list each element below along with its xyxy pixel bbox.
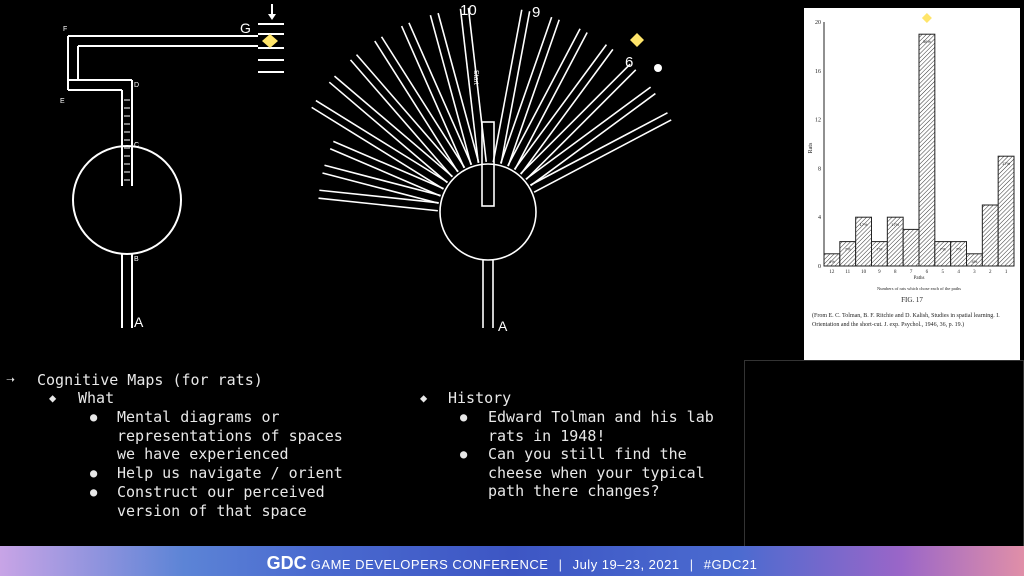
- x-tick-label: 8: [894, 270, 897, 275]
- figure-citation: (From E. C. Tolman, B. F. Ritchie and D.…: [812, 313, 1000, 328]
- bar-data-label: 4%: [972, 259, 978, 264]
- bar-chart: 201612840Rats4%127%1117%107%917%8 736%67%…: [808, 13, 1015, 291]
- bar-2: [981, 204, 999, 267]
- x-tick-label: 9: [878, 270, 881, 275]
- radial-path: [525, 69, 637, 181]
- x-tick-label: 4: [957, 270, 960, 275]
- diamond-bullet-what: ◆: [49, 391, 57, 405]
- radial-path: [459, 8, 480, 163]
- x-axis-label: Paths: [914, 276, 925, 281]
- x-tick-label: 12: [829, 270, 835, 275]
- bar-data-label: 17%: [891, 222, 899, 227]
- label-path-6: 6: [625, 54, 634, 71]
- x-tick-label: 11: [845, 270, 850, 275]
- y-tick-label: 8: [818, 166, 821, 172]
- bar-7: [902, 228, 920, 267]
- webcam-panel: [744, 360, 1024, 547]
- sunburst-circle: [439, 163, 537, 261]
- bar-1: [997, 155, 1015, 267]
- x-tick-label: 3: [973, 270, 976, 275]
- bar-11: [839, 241, 857, 267]
- bar-data-label: 7%: [940, 247, 946, 252]
- label-start: Start: [472, 70, 479, 85]
- x-tick-label: 5: [942, 270, 945, 275]
- radial-path: [507, 28, 581, 167]
- gdc-logo: GDC: [266, 553, 307, 573]
- radial-path: [333, 75, 454, 178]
- history-item-2: Can you still find the cheese when your …: [488, 445, 705, 500]
- radial-path: [437, 12, 480, 163]
- radial-path: [355, 54, 459, 173]
- label-start-a-center: A: [498, 318, 508, 334]
- radial-path: [529, 112, 668, 186]
- bar-6: [918, 33, 936, 267]
- y-tick-label: 0: [818, 264, 821, 270]
- radial-path: [328, 81, 448, 184]
- y-tick-label: 16: [815, 69, 821, 75]
- radial-path: [311, 106, 444, 190]
- bar-data-label: 7%: [956, 247, 962, 252]
- diamond-bullet-history: ◆: [420, 391, 428, 405]
- tolman-figure: 20 16 12 8 4 0 Rats 4% 12 7% 11 17% 10 7% 9 17% 8 7 36% 6 7%…: [748, 0, 1024, 360]
- x-tick-label: 6: [926, 270, 929, 275]
- bar-5: [934, 241, 952, 267]
- radial-path: [429, 15, 472, 166]
- heading-arrow: ➝: [6, 371, 16, 389]
- radial-path: [514, 32, 588, 171]
- figure-paper: 20 16 12 8 4 0 Rats 4% 12 7% 11 17% 10 7% 9 17% 8 7 36% 6 7%…: [804, 8, 1020, 360]
- heading-cognitive-maps: Cognitive Maps (for rats): [37, 371, 263, 389]
- subheading-what: What: [78, 389, 115, 407]
- radial-path: [349, 59, 453, 178]
- bar-4: [950, 241, 968, 267]
- dot-bullet: ●: [460, 447, 468, 461]
- y-tick-label: 4: [818, 215, 821, 221]
- label-path-10: 10: [460, 2, 477, 19]
- what-item-2: Help us navigate / orient: [117, 464, 343, 482]
- bar-9: [871, 241, 888, 267]
- slide: G A F E D C B 10 9 6 A Start 20 16 12 8 4 0 Ra…: [0, 0, 1024, 547]
- radial-path: [525, 86, 652, 180]
- radial-path: [519, 63, 631, 175]
- y-tick-label: 20: [815, 20, 821, 26]
- bar-data-label: 17%: [860, 222, 868, 227]
- banner-separator: |: [689, 557, 694, 572]
- maze-diagram-sunburst: [311, 7, 672, 328]
- goal-marker: [654, 64, 662, 72]
- x-tick-label: 7: [910, 270, 913, 275]
- history-item-1: Edward Tolman and his lab rats in 1948!: [488, 408, 714, 445]
- bar-data-label: 4%: [829, 259, 835, 264]
- radial-path: [533, 119, 672, 193]
- dot-bullet: ●: [90, 485, 98, 499]
- label-path-9: 9: [532, 4, 541, 21]
- y-tick-label: 12: [815, 118, 821, 124]
- x-tick-label: 10: [861, 270, 867, 275]
- axis-caption: Numbers of rats which chose each of the …: [877, 286, 961, 291]
- what-item-3: Construct our perceived version of that …: [117, 483, 325, 520]
- x-tick-label: 1: [1005, 270, 1008, 275]
- what-item-1: Mental diagrams or representations of sp…: [117, 408, 343, 463]
- x-tick-label: 2: [989, 270, 992, 275]
- bar-data-label: 7%: [845, 247, 851, 252]
- cheese-highlight-diamond: [630, 33, 644, 47]
- conference-name: GAME DEVELOPERS CONFERENCE: [310, 557, 549, 572]
- dot-bullet: ●: [90, 466, 98, 480]
- subheading-history: History: [448, 389, 512, 407]
- figure-label: FIG. 17: [901, 296, 923, 304]
- y-axis-label: Rats: [808, 142, 814, 153]
- bar-data-label: 17%: [1002, 161, 1010, 166]
- dot-bullet: ●: [90, 410, 98, 424]
- gdc-banner: GDC GAME DEVELOPERS CONFERENCE | July 19…: [0, 546, 1024, 576]
- conference-dates: July 19–23, 2021: [572, 557, 680, 572]
- radial-path: [500, 11, 531, 164]
- bar-data-label: 36%: [923, 39, 931, 44]
- banner-separator: |: [558, 557, 563, 572]
- bar-data-label: 7%: [877, 247, 883, 252]
- highlight-diamond: [921, 13, 932, 23]
- dot-bullet: ●: [460, 410, 468, 424]
- conference-hashtag: #GDC21: [703, 557, 758, 572]
- radial-path: [530, 92, 656, 187]
